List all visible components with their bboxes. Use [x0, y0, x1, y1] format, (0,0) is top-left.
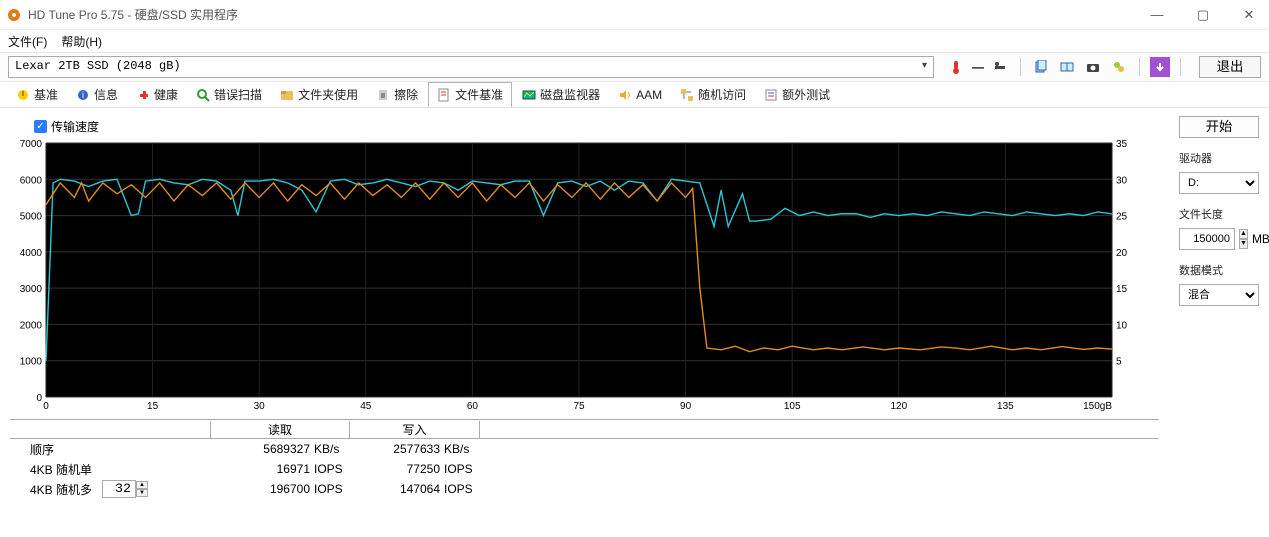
benchmark-chart: 0 1000 2000 3000 4000 5000 6000 7000 0 15 30 45 60 75…	[10, 137, 1159, 415]
svg-text:150gB: 150gB	[1083, 401, 1112, 412]
save-icon[interactable]	[1150, 57, 1170, 77]
tab-erase[interactable]: 擦除	[368, 83, 426, 106]
row-4k-multi: 4KB 随机多 ▲▼ 196700IOPS 147064IOPS	[10, 479, 1159, 499]
svg-text:15: 15	[1116, 284, 1128, 295]
length-down[interactable]: ▼	[1239, 239, 1248, 249]
drive-label: 驱动器	[1179, 150, 1259, 166]
link-icon[interactable]	[1109, 57, 1129, 77]
chart-svg: 0 1000 2000 3000 4000 5000 6000 7000 0 15 30 45 60 75…	[10, 137, 1142, 415]
svg-text:5: 5	[1116, 357, 1122, 368]
device-select[interactable]: Lexar 2TB SSD (2048 gB)	[8, 56, 934, 78]
svg-text:20: 20	[1116, 248, 1128, 259]
svg-text:120: 120	[890, 401, 907, 412]
pattern-label: 数据模式	[1179, 262, 1259, 278]
device-row: Lexar 2TB SSD (2048 gB) — 退出	[0, 52, 1269, 82]
queue-depth-input[interactable]	[102, 480, 136, 498]
svg-text:2000: 2000	[20, 320, 43, 331]
temp-settings-icon[interactable]	[990, 57, 1010, 77]
svg-text:1000: 1000	[20, 357, 43, 368]
window-title: HD Tune Pro 5.75 - 硬盘/SSD 实用程序	[28, 6, 1143, 23]
tab-benchmark[interactable]: 基准	[8, 83, 66, 106]
menubar: 文件(F) 帮助(H)	[0, 30, 1269, 52]
svg-text:75: 75	[573, 401, 585, 412]
transfer-checkbox[interactable]: ✓	[34, 120, 47, 133]
qd-down[interactable]: ▼	[136, 489, 148, 497]
col-read: 读取	[210, 421, 350, 438]
tab-errorscan[interactable]: 错误扫描	[188, 83, 270, 106]
close-button[interactable]: ✕	[1235, 7, 1263, 23]
app-icon	[6, 7, 22, 23]
svg-text:0: 0	[43, 401, 49, 412]
svg-text:ms: ms	[1097, 143, 1110, 154]
pattern-select[interactable]: 混合	[1179, 284, 1259, 306]
svg-text:3000: 3000	[20, 284, 43, 295]
svg-text:i: i	[82, 90, 84, 100]
row-4k-single: 4KB 随机单 16971IOPS 77250IOPS	[10, 459, 1159, 479]
exit-button[interactable]: 退出	[1199, 56, 1261, 78]
qd-up[interactable]: ▲	[136, 481, 148, 489]
results-table: 读取 写入 顺序 5689327KB/s 2577633KB/s 4KB 随机单…	[10, 419, 1159, 499]
temperature-icon[interactable]	[946, 57, 966, 77]
svg-text:MB/s: MB/s	[50, 143, 73, 154]
svg-text:6000: 6000	[20, 175, 43, 186]
copy-all-icon[interactable]	[1057, 57, 1077, 77]
drive-select[interactable]: D:	[1179, 172, 1259, 194]
maximize-button[interactable]: ▢	[1189, 7, 1217, 23]
menu-file[interactable]: 文件(F)	[8, 33, 47, 50]
svg-text:4000: 4000	[20, 248, 43, 259]
tab-info[interactable]: i信息	[68, 83, 126, 106]
svg-text:30: 30	[254, 401, 266, 412]
svg-text:5000: 5000	[20, 212, 43, 223]
start-button[interactable]: 开始	[1179, 116, 1259, 138]
main-panel: ✓ 传输速度 0 1000 2000 3000 4000 5000 6000 7000 0 15 3…	[0, 108, 1169, 537]
tab-aam[interactable]: AAM	[610, 85, 670, 105]
minimize-button[interactable]: —	[1143, 7, 1171, 23]
length-unit: MB	[1252, 232, 1269, 246]
row-sequential: 顺序 5689327KB/s 2577633KB/s	[10, 439, 1159, 459]
temp-dash: —	[972, 60, 984, 74]
screenshot-icon[interactable]	[1083, 57, 1103, 77]
col-write: 写入	[350, 421, 480, 438]
svg-text:25: 25	[1116, 212, 1128, 223]
svg-text:45: 45	[360, 401, 372, 412]
svg-text:7000: 7000	[20, 139, 43, 150]
length-input[interactable]	[1179, 228, 1235, 250]
titlebar: HD Tune Pro 5.75 - 硬盘/SSD 实用程序 — ▢ ✕	[0, 0, 1269, 30]
svg-text:135: 135	[997, 401, 1014, 412]
tabs-bar: 基准 i信息 健康 错误扫描 文件夹使用 擦除 文件基准 磁盘监视器 AAM 随…	[0, 82, 1269, 108]
svg-text:10: 10	[1116, 320, 1128, 331]
menu-help[interactable]: 帮助(H)	[61, 33, 102, 50]
svg-text:15: 15	[147, 401, 159, 412]
svg-text:35: 35	[1116, 139, 1128, 150]
tab-folderusage[interactable]: 文件夹使用	[272, 83, 366, 106]
length-up[interactable]: ▲	[1239, 229, 1248, 239]
svg-text:60: 60	[467, 401, 479, 412]
svg-text:105: 105	[784, 401, 801, 412]
length-label: 文件长度	[1179, 206, 1259, 222]
tab-randomaccess[interactable]: 随机访问	[672, 83, 754, 106]
svg-text:90: 90	[680, 401, 692, 412]
tab-diskmonitor[interactable]: 磁盘监视器	[514, 83, 608, 106]
svg-text:30: 30	[1116, 175, 1128, 186]
svg-text:0: 0	[36, 393, 42, 404]
transfer-label: 传输速度	[51, 118, 99, 135]
tab-filebench[interactable]: 文件基准	[428, 82, 512, 107]
copy-info-icon[interactable]	[1031, 57, 1051, 77]
side-panel: 开始 驱动器 D: 文件长度 ▲▼ MB 数据模式 混合	[1169, 108, 1269, 537]
tab-health[interactable]: 健康	[128, 83, 186, 106]
tab-extratests[interactable]: 额外测试	[756, 83, 838, 106]
